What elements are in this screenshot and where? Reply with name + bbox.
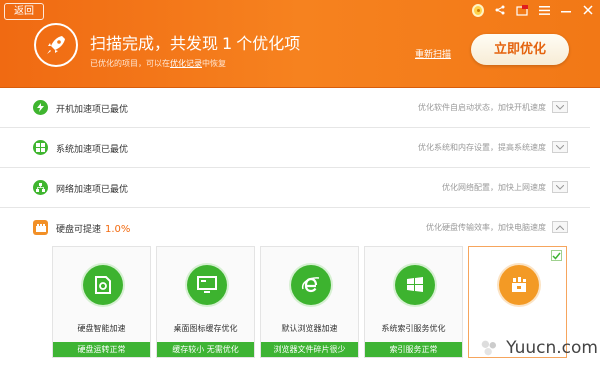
card-title: 系统索引服务优化 [381,324,446,333]
row-label: 开机加速项已最优 [56,105,129,115]
speedup-percent: 1.0% [105,224,131,235]
share-icon[interactable] [494,4,506,16]
expand-toggle[interactable] [552,141,568,153]
check-icon [552,252,561,260]
card-desktop-icon-cache[interactable]: 桌面图标缓存优化 缓存较小 无需优化 [156,246,255,358]
row-disk[interactable]: 硬盘可提速 1.0% 优化硬盘传输效率，加快电脑速度 [0,208,590,248]
row-label: 硬盘可提速 1.0% [56,224,131,235]
network-icon [33,180,48,195]
chevron-down-icon [556,184,564,190]
medal-icon[interactable] [472,3,484,17]
expand-toggle[interactable] [552,181,568,193]
card-status: 缓存较小 无需优化 [157,342,254,357]
chevron-down-icon [556,144,564,150]
rocket-icon [34,23,78,67]
rescan-link[interactable]: 重新扫描 [415,47,451,60]
disk-icon [33,220,48,235]
card-title: 默认浏览器加速 [281,324,338,333]
row-label: 系统加速项已最优 [56,145,129,155]
chevron-up-icon [556,224,564,230]
windows-icon [395,265,435,305]
row-description: 优化软件自启动状态，加快开机速度 [418,103,546,112]
watermark-logo-icon [481,340,497,356]
browser-icon [291,265,331,305]
optimize-now-button[interactable]: 立即优化 [471,34,569,65]
card-default-browser[interactable]: 默认浏览器加速 浏览器文件碎片很少 [260,246,359,358]
back-button[interactable]: 返回 [4,3,44,20]
row-label: 网络加速项已最优 [56,185,129,195]
card-search-index[interactable]: 系统索引服务优化 索引服务正常 [364,246,463,358]
card-status: 浏览器文件碎片很少 [261,342,358,357]
window-controls [472,2,594,18]
restore-hint: 已优化的项目，可以在优化记录中恢复 [90,59,226,68]
close-icon[interactable] [582,4,594,16]
page-title: 扫描完成，共发现 1 个优化项 [90,34,301,53]
windows-icon [33,140,48,155]
card-disk-accel[interactable]: 硬盘智能加速 硬盘运转正常 [52,246,151,358]
header: 返回 扫描完成，共发现 1 个优化项 已优化的项目，可以在优化记录中恢复 重新扫描 [0,0,600,88]
card-title: 硬盘智能加速 [77,324,126,333]
row-description: 优化系统和内存设置，提高系统速度 [418,143,546,152]
optimize-history-link[interactable]: 优化记录 [170,59,202,68]
select-checkbox[interactable] [551,250,562,261]
disk-accel-icon [83,265,123,305]
row-network[interactable]: 网络加速项已最优 优化网络配置，加快上网速度 [0,168,590,208]
minimize-icon[interactable] [560,4,572,16]
card-title: 桌面图标缓存优化 [173,324,238,333]
menu-icon[interactable] [538,4,550,16]
row-description: 优化硬盘传输效率，加快电脑速度 [426,223,546,232]
expand-toggle[interactable] [552,101,568,113]
row-description: 优化网络配置，加快上网速度 [442,183,546,192]
monitor-icon [187,265,227,305]
watermark: Yuucn.com [478,333,598,363]
skin-icon[interactable] [516,4,528,16]
collapse-toggle[interactable] [552,221,568,233]
row-system[interactable]: 系统加速项已最优 优化系统和内存设置，提高系统速度 [0,128,590,168]
chevron-down-icon [556,104,564,110]
power-icon [33,100,48,115]
card-status: 硬盘运转正常 [53,342,150,357]
puzzle-icon [499,265,539,305]
row-startup[interactable]: 开机加速项已最优 优化软件自启动状态，加快开机速度 [0,88,590,128]
card-status: 索引服务正常 [365,342,462,357]
